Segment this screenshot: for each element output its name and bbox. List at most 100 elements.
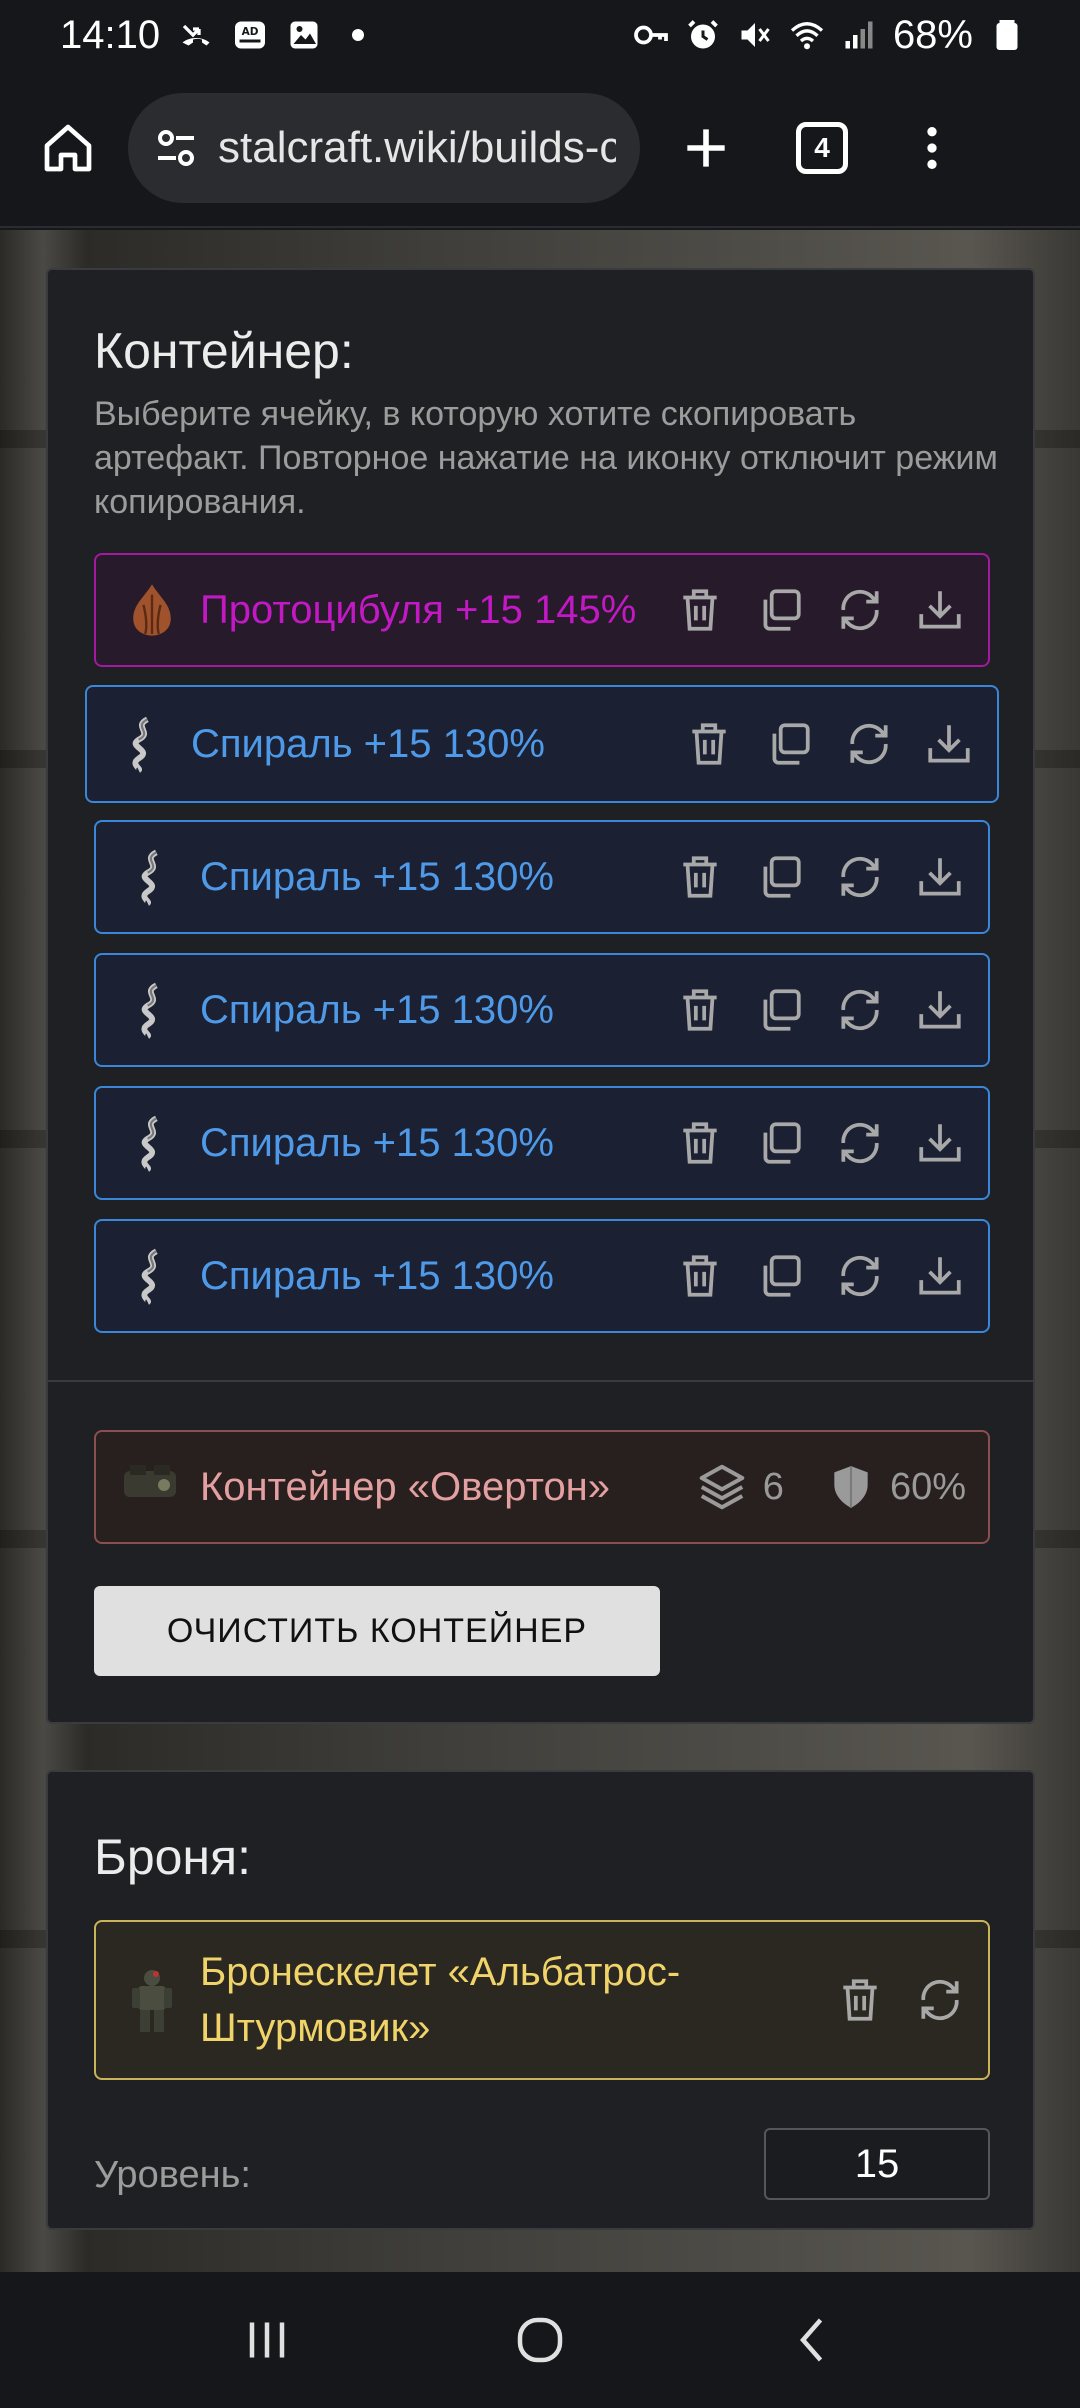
replace-button[interactable] <box>834 984 886 1036</box>
trash-icon <box>683 1255 717 1297</box>
signal-icon <box>841 17 877 53</box>
spiral-icon <box>115 714 171 774</box>
home-icon <box>44 124 92 172</box>
refresh-icon <box>841 589 879 631</box>
copy-icon <box>763 856 801 898</box>
artifact-slot-selected[interactable]: Спираль +15 130% <box>85 685 999 803</box>
refresh-icon <box>841 856 879 898</box>
trash-icon <box>843 1979 877 2021</box>
battery-icon <box>989 17 1025 53</box>
artifact-name: Спираль +15 130% <box>200 987 554 1032</box>
download-button[interactable] <box>914 1117 966 1169</box>
armor-panel: Броня: Бронескелет «Альбатрос-Штурмовик»… <box>46 1770 1035 2230</box>
key-icon <box>633 17 669 53</box>
container-title: Контейнер: <box>94 323 354 379</box>
container-icon <box>120 1457 180 1517</box>
refresh-icon <box>841 1122 879 1164</box>
address-bar[interactable]: stalcraft.wiki/builds-c <box>128 93 640 203</box>
adblock-icon: AD <box>232 17 268 53</box>
copy-button[interactable] <box>754 851 806 903</box>
artifact-slot[interactable]: Спираль +15 130% <box>94 820 990 934</box>
copy-button[interactable] <box>763 718 815 770</box>
container-item[interactable]: Контейнер «Овертон» 6 60% <box>94 1430 990 1544</box>
download-button[interactable] <box>923 718 975 770</box>
mute-icon <box>737 17 773 53</box>
container-slots-count: 6 <box>762 1465 784 1508</box>
delete-button[interactable] <box>674 984 726 1036</box>
battery-percent: 68% <box>892 12 973 57</box>
container-panel: Контейнер: Выберите ячейку, в которую хо… <box>46 268 1035 1724</box>
delete-button[interactable] <box>683 718 735 770</box>
trash-icon <box>683 856 717 898</box>
download-button[interactable] <box>914 984 966 1036</box>
copy-icon <box>763 589 801 631</box>
system-nav-bar <box>0 2272 1080 2408</box>
delete-button[interactable] <box>674 851 726 903</box>
artifact-name: Протоцибуля +15 145% <box>200 587 637 632</box>
delete-button[interactable] <box>674 1250 726 1302</box>
clear-container-button[interactable]: ОЧИСТИТЬ КОНТЕЙНЕР <box>94 1586 660 1676</box>
replace-button[interactable] <box>834 584 886 636</box>
trash-icon <box>692 723 726 765</box>
replace-button[interactable] <box>843 718 895 770</box>
download-button[interactable] <box>914 1250 966 1302</box>
home-circle-icon <box>517 2317 563 2363</box>
copy-button[interactable] <box>754 1250 806 1302</box>
plus-icon <box>687 129 725 167</box>
divider <box>48 1380 1033 1382</box>
refresh-icon <box>841 989 879 1031</box>
artifact-slot[interactable]: Спираль +15 130% <box>94 1086 990 1200</box>
replace-button[interactable] <box>834 1117 886 1169</box>
level-input[interactable]: 15 <box>764 2128 990 2200</box>
artifact-slot[interactable]: Спираль +15 130% <box>94 953 990 1067</box>
recents-button[interactable] <box>227 2300 307 2380</box>
download-button[interactable] <box>914 851 966 903</box>
status-time: 14:10 <box>60 12 161 57</box>
download-icon <box>919 991 961 1029</box>
copy-button[interactable] <box>754 584 806 636</box>
armor-item[interactable]: Бронескелет «Альбатрос-Штурмовик» <box>94 1920 990 2080</box>
tabs-button[interactable]: 4 <box>784 110 860 186</box>
svg-text:AD: AD <box>242 26 259 38</box>
menu-button[interactable] <box>894 110 970 186</box>
artifact-slot[interactable]: Протоцибуля +15 145% <box>94 553 990 667</box>
home-nav-button[interactable] <box>500 2300 580 2380</box>
delete-armor-button[interactable] <box>834 1974 886 2026</box>
browser-toolbar: stalcraft.wiki/builds-c 4 <box>0 70 1080 228</box>
new-tab-button[interactable] <box>668 110 744 186</box>
recents-icon <box>249 2322 284 2358</box>
refresh-icon <box>921 1979 959 2021</box>
missed-call-icon <box>178 17 214 53</box>
level-label: Уровень: <box>94 2154 251 2196</box>
download-icon <box>919 591 961 629</box>
home-button[interactable] <box>30 110 106 186</box>
delete-button[interactable] <box>674 584 726 636</box>
armor-icon <box>124 1960 180 2040</box>
armor-title: Броня: <box>94 1829 252 1885</box>
site-settings-icon[interactable] <box>152 124 200 172</box>
download-button[interactable] <box>914 584 966 636</box>
refresh-icon <box>850 723 888 765</box>
trash-icon <box>683 989 717 1031</box>
artifact-name: Спираль +15 130% <box>200 1253 554 1298</box>
armor-name: Бронескелет «Альбатрос-Штурмовик» <box>200 1950 681 2050</box>
replace-button[interactable] <box>834 851 886 903</box>
copy-button[interactable] <box>754 1117 806 1169</box>
replace-button[interactable] <box>834 1250 886 1302</box>
trash-icon <box>683 1122 717 1164</box>
artifact-name: Спираль +15 130% <box>200 1120 554 1165</box>
download-icon <box>919 1124 961 1162</box>
dot-icon <box>340 17 376 53</box>
delete-button[interactable] <box>674 1117 726 1169</box>
back-button[interactable] <box>773 2300 853 2380</box>
copy-icon <box>772 723 810 765</box>
copy-button[interactable] <box>754 984 806 1036</box>
artifact-name: Спираль +15 130% <box>191 721 545 766</box>
spiral-icon <box>124 1113 180 1173</box>
artifact-slot[interactable]: Спираль +15 130% <box>94 1219 990 1333</box>
copy-icon <box>763 989 801 1031</box>
replace-armor-button[interactable] <box>914 1974 966 2026</box>
wifi-icon <box>789 17 825 53</box>
download-icon <box>919 1257 961 1295</box>
url-text: stalcraft.wiki/builds-c <box>218 123 616 172</box>
